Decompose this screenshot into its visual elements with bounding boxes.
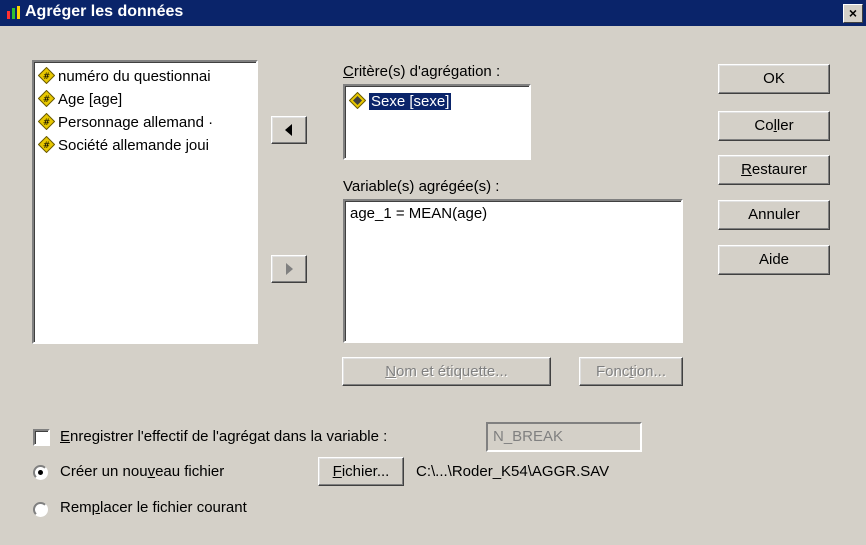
arrow-right-icon	[286, 263, 293, 275]
replace-file-label: Remplacer le fichier courant	[60, 499, 247, 516]
file-button[interactable]: Fichier...	[318, 457, 404, 486]
list-item[interactable]: # Société allemande joui	[38, 136, 209, 158]
save-count-checkbox[interactable]	[33, 429, 50, 446]
name-label-button[interactable]: Nom et étiquette...	[342, 357, 551, 386]
variable-icon: #	[38, 90, 55, 107]
variable-icon: #	[38, 136, 55, 153]
create-new-file-radio[interactable]	[33, 465, 48, 480]
ok-button[interactable]: OK	[718, 64, 830, 94]
variable-icon: #	[38, 113, 55, 130]
paste-button[interactable]: Coller	[718, 111, 830, 141]
move-to-criteria-button[interactable]	[271, 116, 307, 144]
svg-text:#: #	[43, 141, 51, 151]
reset-button[interactable]: Restaurer	[718, 155, 830, 185]
app-icon	[7, 6, 20, 19]
criteria-label: Critère(s) d'agrégation :	[343, 63, 501, 80]
list-item[interactable]: # Age [age]	[38, 90, 122, 112]
save-count-label: Enregistrer l'effectif de l'agrégat dans…	[60, 428, 388, 445]
criteria-list[interactable]: Sexe [sexe]	[343, 84, 531, 160]
source-variable-list[interactable]: # numéro du questionnai # Age [age] # Personn…	[32, 60, 258, 344]
aggregated-list[interactable]: age_1 = MEAN(age)	[343, 199, 683, 343]
window-title: Agréger les données	[25, 3, 184, 20]
aggregated-label: Variable(s) agrégée(s) :	[343, 178, 500, 195]
title-bar[interactable]: Agréger les données ×	[0, 0, 866, 26]
svg-text:#: #	[43, 72, 51, 82]
variable-icon: #	[38, 67, 55, 84]
svg-text:#: #	[43, 95, 51, 105]
list-item[interactable]: age_1 = MEAN(age)	[350, 205, 487, 227]
list-item[interactable]: # Personnage allemand ·	[38, 113, 213, 135]
list-item[interactable]: Sexe [sexe]	[349, 92, 453, 114]
create-new-file-label: Créer un nouveau fichier	[60, 463, 225, 480]
replace-file-radio[interactable]	[33, 502, 48, 517]
file-path: C:\...\Roder_K54\AGGR.SAV	[416, 463, 610, 480]
close-button[interactable]: ×	[843, 4, 863, 23]
break-variable-field[interactable]: N_BREAK	[486, 422, 642, 452]
arrow-left-icon	[285, 124, 292, 136]
move-to-aggregated-button[interactable]	[271, 255, 307, 283]
help-button[interactable]: Aide	[718, 245, 830, 275]
list-item[interactable]: # numéro du questionnai	[38, 67, 211, 89]
svg-text:#: #	[43, 118, 51, 128]
variable-icon	[349, 92, 366, 109]
function-button[interactable]: Fonction...	[579, 357, 683, 386]
cancel-button[interactable]: Annuler	[718, 200, 830, 230]
